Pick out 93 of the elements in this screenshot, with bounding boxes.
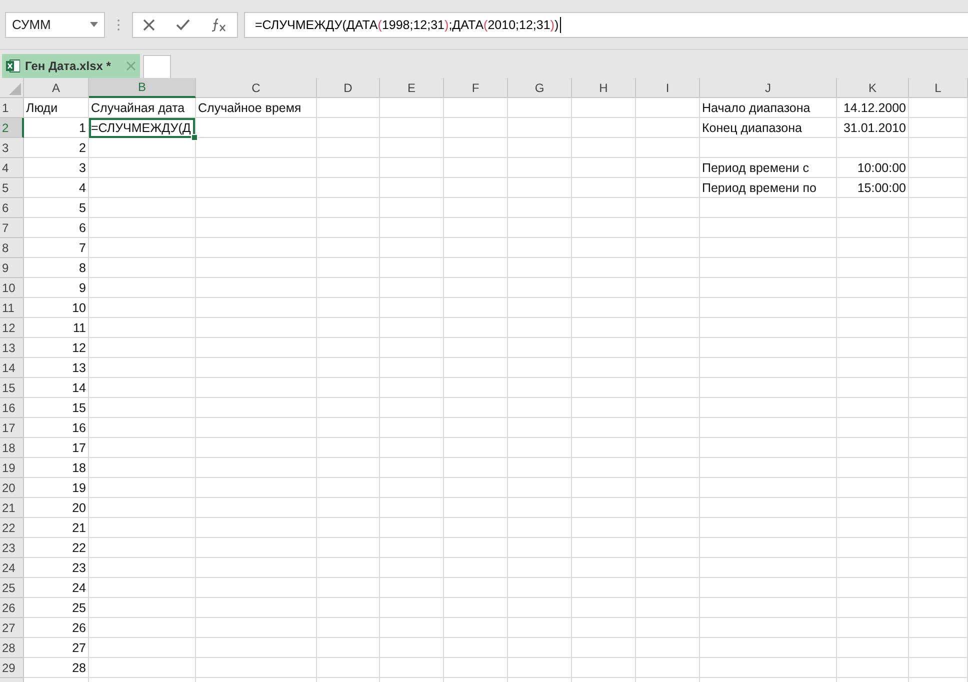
name-box[interactable]: СУММ <box>5 12 105 38</box>
table-cell-text: 25 <box>71 600 87 617</box>
table-cell-text: 18 <box>71 460 87 477</box>
table-cell-text: Случайное время <box>197 100 302 117</box>
cancel-button[interactable] <box>143 18 156 30</box>
row-header[interactable]: 16 <box>0 398 24 418</box>
table-cell-text: 21 <box>71 520 87 537</box>
table-cell-text: 1 <box>78 120 87 137</box>
row-header[interactable]: 19 <box>0 458 24 478</box>
row-header[interactable]: 27 <box>0 618 24 638</box>
table-cell-text: 20 <box>71 500 87 517</box>
table-cell-text: 10 <box>71 300 87 317</box>
tab-title: Ген Дата.xlsx * <box>25 59 111 73</box>
dropdown-icon <box>90 22 98 27</box>
table-cell-text: 26 <box>71 620 87 637</box>
table-cell-text: 7 <box>78 240 87 257</box>
table-cell-text: 6 <box>78 220 87 237</box>
insert-function-button[interactable] <box>210 18 227 32</box>
table-cell-text: 28 <box>71 660 87 677</box>
row-header[interactable]: 4 <box>0 158 24 178</box>
column-header[interactable]: A <box>24 78 89 98</box>
table-cell-text: 13 <box>71 360 87 377</box>
table-cell-text: 17 <box>71 440 87 457</box>
row-header[interactable]: 14 <box>0 358 24 378</box>
row-header[interactable]: 6 <box>0 198 24 218</box>
table-cell-text: 24 <box>71 580 87 597</box>
column-header[interactable]: B <box>89 78 196 98</box>
table-cell-text: 23 <box>71 560 87 577</box>
table-cell-text: 15:00:00 <box>856 180 907 197</box>
corner-triangle-icon <box>9 83 21 95</box>
row-header[interactable]: 22 <box>0 518 24 538</box>
grip-icon <box>117 18 120 30</box>
table-cell-text: 31.01.2010 <box>842 120 907 137</box>
spreadsheet-icon <box>6 59 20 73</box>
confirm-button[interactable] <box>176 18 190 30</box>
table-cell-text: 9 <box>78 280 87 297</box>
table-cell-text: 8 <box>78 260 87 277</box>
table-cell-text: 16 <box>71 420 87 437</box>
row-header[interactable]: 21 <box>0 498 24 518</box>
column-header[interactable]: H <box>572 78 636 98</box>
fill-handle[interactable] <box>191 134 198 141</box>
table-cell-text: 10:00:00 <box>856 160 907 177</box>
row-header[interactable]: 18 <box>0 438 24 458</box>
row-header[interactable]: 20 <box>0 478 24 498</box>
column-header[interactable]: F <box>444 78 508 98</box>
row-header[interactable]: 15 <box>0 378 24 398</box>
table-cell-text: Начало диапазона <box>701 100 812 117</box>
row-header[interactable]: 28 <box>0 638 24 658</box>
column-header[interactable]: J <box>700 78 837 98</box>
row-header[interactable]: 17 <box>0 418 24 438</box>
column-header[interactable]: G <box>508 78 572 98</box>
row-header[interactable]: 1 <box>0 98 24 118</box>
table-cell-text: Конец диапазона <box>701 120 803 137</box>
row-header[interactable]: 29 <box>0 658 24 678</box>
row-header[interactable]: 12 <box>0 318 24 338</box>
row-header[interactable]: 10 <box>0 278 24 298</box>
row-header[interactable]: 13 <box>0 338 24 358</box>
table-cell-text: 14.12.2000 <box>842 100 907 117</box>
column-header[interactable]: C <box>196 78 317 98</box>
table-cell-text: 12 <box>71 340 87 357</box>
table-cell-text: 2 <box>78 140 87 157</box>
column-header[interactable]: L <box>909 78 968 98</box>
row-header[interactable]: 8 <box>0 238 24 258</box>
row-header[interactable]: 7 <box>0 218 24 238</box>
row-header[interactable]: 26 <box>0 598 24 618</box>
workbook-tab[interactable]: Ген Дата.xlsx * <box>2 54 140 78</box>
table-cell-text: 14 <box>71 380 87 397</box>
table-cell-text: Люди <box>25 100 59 117</box>
table-cell-text: 5 <box>78 200 87 217</box>
column-header[interactable]: D <box>317 78 380 98</box>
table-cell-text: Период времени по <box>701 180 818 197</box>
row-header[interactable]: 23 <box>0 538 24 558</box>
row-header[interactable]: 9 <box>0 258 24 278</box>
table-cell-text: 15 <box>71 400 87 417</box>
column-header[interactable]: I <box>636 78 700 98</box>
table-cell-text: 27 <box>71 640 87 657</box>
row-header[interactable]: 11 <box>0 298 24 318</box>
row-header[interactable]: 24 <box>0 558 24 578</box>
formula-field[interactable]: =СЛУЧМЕЖДУ(ДАТА(1998;12;31);ДАТА(2010;12;31)) <box>244 12 968 38</box>
column-header[interactable]: E <box>380 78 444 98</box>
table-cell-text: 19 <box>71 480 87 497</box>
table-cell-text: 11 <box>72 320 87 337</box>
active-cell[interactable]: =СЛУЧМЕЖДУ(Д <box>89 118 195 138</box>
table-cell-text: 4 <box>78 180 87 197</box>
table-cell-text: 3 <box>78 160 87 177</box>
column-header[interactable]: K <box>837 78 909 98</box>
row-header[interactable]: 5 <box>0 178 24 198</box>
table-cell-text: 22 <box>71 540 87 557</box>
row-header[interactable]: 3 <box>0 138 24 158</box>
row-header[interactable]: 25 <box>0 578 24 598</box>
row-header[interactable]: 2 <box>0 118 24 138</box>
table-cell-text: Период времени с <box>701 160 810 177</box>
table-cell-text: Случайная дата <box>90 100 186 117</box>
